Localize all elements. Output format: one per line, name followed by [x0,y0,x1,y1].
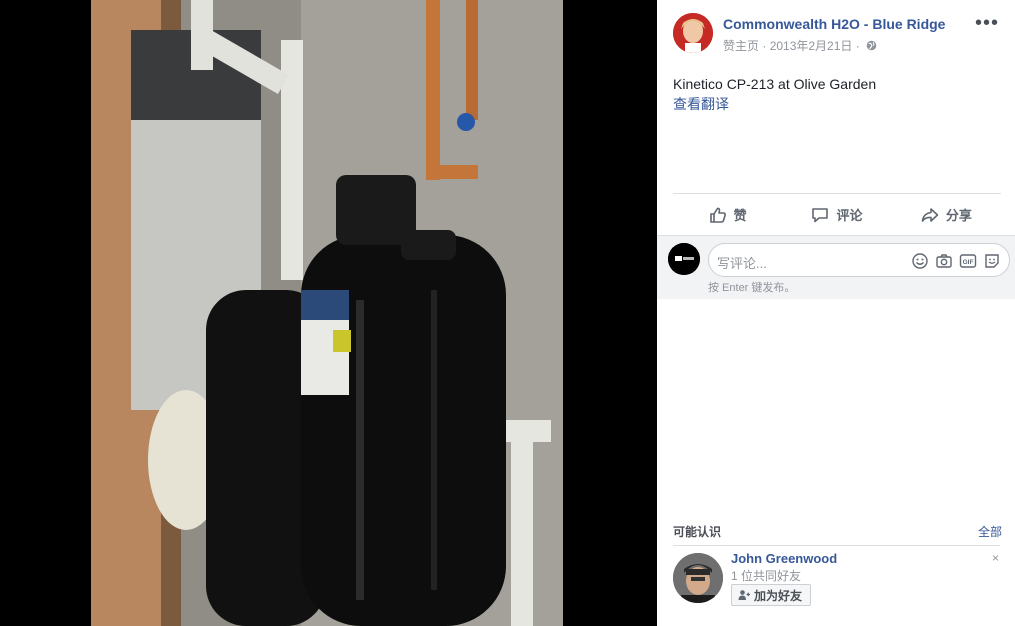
globe-icon [866,40,877,51]
add-friend-label: 加为好友 [754,588,803,603]
avatar-photo [673,13,713,53]
comment-label: 评论 [836,208,863,223]
viewer-avatar[interactable] [668,243,700,275]
see-all-link[interactable]: 全部 [978,523,1002,540]
post-action-bar: 赞 评论 分享 [673,193,1001,235]
page-avatar[interactable] [673,13,713,53]
page-name-link[interactable]: Commonwealth H2O - Blue Ridge [723,16,945,32]
comment-tools: GIF [911,252,1001,270]
meta-separator-2: · [852,39,864,53]
post-meta: 赞主页 · 2013年2月21日 · [723,37,877,54]
comment-icon [812,207,829,222]
post-caption: Kinetico CP-213 at Olive Garden [673,76,877,92]
camera-icon[interactable] [935,252,953,270]
comment-composer: 写评论... GIF 按 Enter 键发布。 [657,235,1015,299]
share-button[interactable]: 分享 [892,194,1001,235]
comment-button[interactable]: 评论 [782,194,891,235]
svg-text:GIF: GIF [963,259,974,266]
thumbs-up-icon [709,207,726,223]
like-page-link[interactable]: 赞主页 [723,39,759,53]
share-icon [921,207,939,222]
add-friend-icon [738,590,750,600]
photo-viewer [0,0,657,626]
photo-illustration [91,0,563,626]
comment-input[interactable]: 写评论... GIF [708,243,1010,277]
mutual-friends[interactable]: 1 位共同好友 [731,567,801,584]
friend-avatar[interactable] [673,553,723,603]
friend-name-link[interactable]: John Greenwood [731,551,837,566]
people-you-may-know-title: 可能认识 [673,525,722,539]
post-photo[interactable] [91,0,563,626]
emoji-icon[interactable] [911,252,929,270]
like-button[interactable]: 赞 [673,194,782,235]
friend-photo [673,553,723,603]
share-label: 分享 [945,208,972,223]
more-options-button[interactable]: ••• [975,13,999,33]
sticker-icon[interactable] [983,252,1001,270]
dismiss-suggestion-button[interactable]: × [992,551,999,565]
viewer-avatar-logo [668,243,700,275]
comment-placeholder: 写评论... [717,256,767,271]
see-translation-link[interactable]: 查看翻译 [673,94,729,114]
post-date[interactable]: 2013年2月21日 [770,39,853,53]
gif-icon[interactable]: GIF [959,252,977,270]
enter-to-post-hint: 按 Enter 键发布。 [708,282,796,294]
meta-separator: · [759,39,770,53]
post-panel: Commonwealth H2O - Blue Ridge 赞主页 · 2013… [657,0,1015,626]
divider [673,545,1000,546]
like-label: 赞 [733,208,747,223]
add-friend-button[interactable]: 加为好友 [731,584,812,606]
post-header: Commonwealth H2O - Blue Ridge 赞主页 · 2013… [673,13,1005,57]
